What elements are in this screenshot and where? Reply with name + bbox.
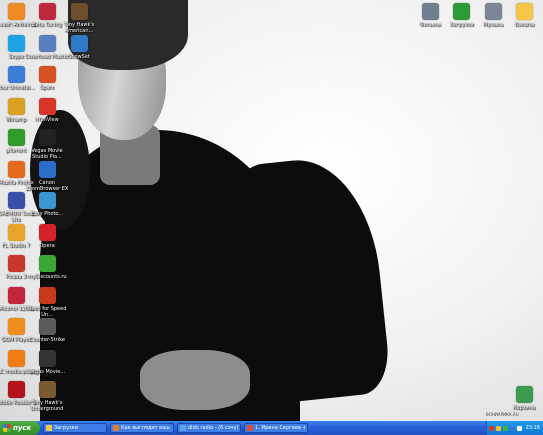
taskbar: пуск Загрузки Как выглядит ваш р... dido r… <box>0 421 543 435</box>
desktop-shortcut[interactable]: Vegas Movie Studio Pla... <box>24 129 70 160</box>
desktop-shortcut[interactable]: Tony Hawk's American... <box>56 3 102 34</box>
desktop-shortcut-label: Vegas Movie... <box>28 368 66 375</box>
desktop-shortcut-label: Opera <box>39 242 55 249</box>
desktop-shortcut[interactable]: Counter-Strike <box>24 318 70 343</box>
desktop-shortcut[interactable]: Корзина <box>501 386 543 411</box>
desktop-shortcut-label: Бэкапы <box>514 22 535 28</box>
opera-icon <box>38 223 56 241</box>
window-icon <box>113 425 119 431</box>
taskbar-button[interactable]: Загрузки <box>43 423 107 433</box>
sparx-icon <box>38 66 56 83</box>
recycle-bin-icon <box>515 386 533 403</box>
desktop-shortcut[interactable]: Opera <box>24 223 70 249</box>
desktop-shortcut-label: Counter-Strike <box>29 337 65 343</box>
winamp-icon <box>7 97 25 115</box>
taskbar-button-label: 1. Ирина Сергеев + 2... <box>255 425 305 431</box>
taskbar-button[interactable]: dido radio - (6 сочу)... <box>177 423 241 433</box>
taskbar-button[interactable]: Как выглядит ваш р... <box>110 423 174 433</box>
desktop-shortcut-label: Tony Hawk's American... <box>63 22 95 34</box>
shield-icon <box>7 3 25 20</box>
clock[interactable]: 23:16 <box>526 425 540 431</box>
easy-photo-icon <box>38 192 56 209</box>
alcohol-icon <box>7 286 25 304</box>
desktop-shortcut-label: Sparx <box>39 85 55 91</box>
desktop-shortcut-label: Tony Hawk's Underground <box>30 400 64 412</box>
desktop-shortcut-label: Need for Speed Un... <box>27 305 67 318</box>
desktop-shortcut-label: Корзина <box>512 405 536 411</box>
desktop-shortcut-label: myDiscounts.ru <box>27 274 67 280</box>
vlc-icon <box>7 349 25 367</box>
desktop-shortcut[interactable]: IrfanView <box>24 97 70 123</box>
tony-hawk-2-icon <box>38 381 56 398</box>
tray-icon[interactable] <box>502 425 508 431</box>
films-icon <box>421 3 439 20</box>
tray-icon[interactable] <box>509 425 515 431</box>
system-tray: 23:16 <box>486 421 543 435</box>
watermark: ВОНИАРИКК.RU <box>486 412 519 417</box>
tray-icons <box>488 425 524 431</box>
start-label: пуск <box>13 424 32 432</box>
window-icon <box>180 425 186 431</box>
taskbar-button[interactable]: 1. Ирина Сергеев + 2... <box>244 423 308 433</box>
desktop-shortcut-label: IrfanView <box>35 116 59 123</box>
beta-tuning-icon <box>38 3 56 20</box>
irfanview-icon <box>38 97 56 115</box>
nfs-icon <box>38 286 56 304</box>
desktop-shortcut[interactable]: Need for Speed Un... <box>24 286 70 318</box>
skype-icon <box>7 34 25 52</box>
taskbar-button-label: Как выглядит ваш р... <box>121 425 171 431</box>
uninstaller-icon <box>7 66 25 83</box>
tray-icon[interactable] <box>488 425 494 431</box>
desktop-shortcut[interactable]: myDiscounts.ru <box>24 255 70 280</box>
desktop-shortcut-label: Vegas Movie Studio Pla... <box>31 148 63 160</box>
nero-icon <box>38 255 56 272</box>
vegas-icon <box>38 129 56 146</box>
download-master-icon <box>38 34 56 52</box>
desktop-shortcut[interactable]: Vegas Movie... <box>24 349 70 375</box>
gom-player-icon <box>7 318 25 335</box>
desktop-shortcut[interactable]: Tony Hawk's Underground <box>24 381 70 412</box>
task-list: Загрузки Как выглядит ваш р... dido radio … <box>40 423 308 433</box>
daemon-tools-icon <box>7 192 25 209</box>
window-icon <box>46 425 52 431</box>
desktop-shortcut[interactable]: Canon ZoomBrowser EX <box>24 160 70 192</box>
desktop-shortcut-label: Easy Photo... <box>30 211 64 217</box>
window-icon <box>247 425 253 431</box>
tray-icon[interactable] <box>516 425 522 431</box>
desktop-shortcut-label: ShowSet <box>68 53 90 60</box>
start-button[interactable]: пуск <box>0 421 40 435</box>
desktop[interactable]: avast! Antivirus Skype Your Uninstal... Win… <box>0 0 543 421</box>
desktop-shortcut[interactable]: Easy Photo... <box>24 192 70 217</box>
picasa-icon <box>7 255 25 272</box>
desktop-shortcut[interactable]: Sparx <box>24 66 70 91</box>
taskbar-button-label: dido radio - (6 сочу)... <box>188 425 238 431</box>
fl-studio-icon <box>7 223 25 241</box>
downloads-icon <box>453 3 470 20</box>
tray-icon[interactable] <box>495 425 501 431</box>
music-icon <box>484 3 502 20</box>
firefox-icon <box>7 160 25 178</box>
desktop-shortcut-label: Canon ZoomBrowser EX <box>25 179 69 192</box>
windows-logo-icon <box>3 424 11 432</box>
taskbar-button-label: Загрузки <box>54 425 78 431</box>
desktop-shortcut[interactable]: ShowSet <box>56 34 102 60</box>
counter-strike-icon <box>38 318 56 335</box>
tony-hawk-icon <box>70 3 88 20</box>
adobe-reader-icon <box>7 381 25 398</box>
torrent-icon <box>7 129 25 146</box>
canon-icon <box>38 160 56 178</box>
folder-icon <box>516 3 533 20</box>
desktop-shortcut[interactable]: Бэкапы <box>502 3 543 28</box>
showset-icon <box>70 34 88 52</box>
vegas-2-icon <box>38 349 56 367</box>
wallpaper-figure-hand <box>140 350 250 410</box>
